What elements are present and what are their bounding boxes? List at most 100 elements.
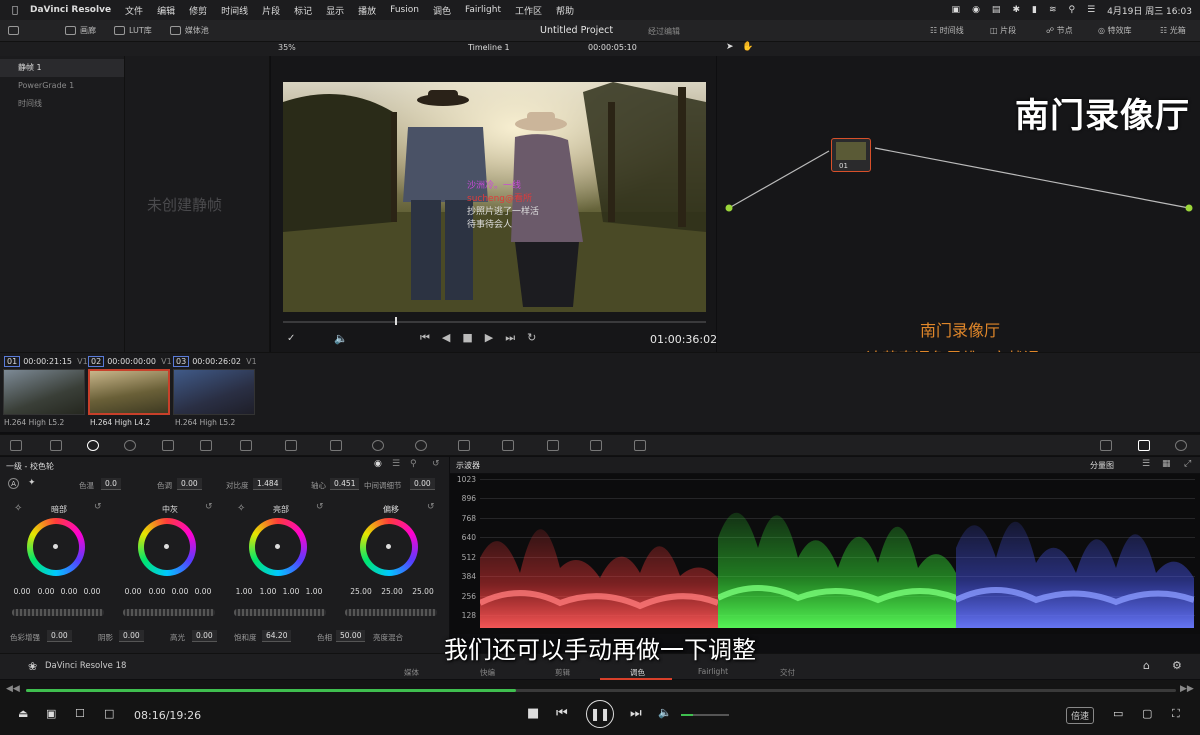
motion-effects-icon[interactable] bbox=[200, 440, 212, 451]
pivot-value[interactable]: 0.451 bbox=[330, 478, 360, 490]
pip-icon[interactable]: ▭ bbox=[1113, 707, 1123, 720]
node-01[interactable]: 01 bbox=[831, 138, 871, 172]
gamma-b[interactable]: 0.00 bbox=[193, 587, 213, 596]
offset-wheel[interactable] bbox=[360, 518, 418, 576]
menu-playback[interactable]: 播放 bbox=[358, 4, 376, 17]
hand-tool-icon[interactable]: ✋ bbox=[742, 42, 753, 52]
rgb-mixer-icon[interactable] bbox=[162, 440, 174, 451]
menu-timeline[interactable]: 时间线 bbox=[221, 4, 248, 17]
scopes-icon[interactable] bbox=[1138, 440, 1150, 451]
control-center-icon[interactable]: ☰ bbox=[1087, 5, 1095, 15]
clip-thumb-3[interactable] bbox=[173, 369, 255, 415]
bars-mode-icon[interactable]: ☰ bbox=[392, 459, 400, 469]
menu-clip[interactable]: 片段 bbox=[262, 4, 280, 17]
qualifier-icon[interactable] bbox=[330, 440, 342, 451]
lift-b[interactable]: 0.00 bbox=[82, 587, 102, 596]
color-wheels-icon[interactable] bbox=[87, 440, 99, 451]
bag-icon[interactable]: ▢ bbox=[1142, 707, 1152, 720]
lut-tab[interactable]: LUT库 bbox=[114, 25, 152, 36]
forward-icon[interactable]: ▶▶ bbox=[1180, 684, 1194, 694]
screen-icon[interactable]: ▣ bbox=[952, 5, 961, 15]
page-cut[interactable]: 快编 bbox=[480, 667, 495, 678]
volume-icon[interactable]: 🔈 bbox=[334, 332, 348, 345]
search-icon[interactable]: ⚲ bbox=[1068, 5, 1075, 15]
lift-reset-icon[interactable]: ↺ bbox=[94, 502, 102, 512]
curves-icon[interactable] bbox=[240, 440, 252, 451]
offset-g[interactable]: 25.00 bbox=[380, 587, 404, 596]
viewer-scrubber[interactable] bbox=[283, 316, 706, 328]
gamma-wheel-handle[interactable] bbox=[164, 544, 169, 549]
speed-button[interactable]: 倍速 bbox=[1066, 707, 1095, 724]
offset-master-slider[interactable] bbox=[345, 609, 437, 616]
gain-b[interactable]: 1.00 bbox=[304, 587, 324, 596]
3d-icon[interactable] bbox=[634, 440, 646, 451]
gamma-wheel[interactable] bbox=[138, 518, 196, 576]
lift-wheel[interactable] bbox=[27, 518, 85, 576]
go-to-start-icon[interactable]: ⏮ bbox=[420, 331, 430, 345]
hdr-wheels-icon[interactable] bbox=[124, 440, 136, 451]
eject-icon[interactable]: ⏏ bbox=[18, 707, 28, 720]
wifi-icon[interactable]: ≋ bbox=[1049, 5, 1057, 15]
sizing-icon[interactable] bbox=[590, 440, 602, 451]
gamma-r[interactable]: 0.00 bbox=[147, 587, 167, 596]
menu-file[interactable]: 文件 bbox=[125, 4, 143, 17]
player-volume-icon[interactable]: 🔈 bbox=[658, 706, 672, 719]
subtitle-toggle-icon[interactable]: ▣ bbox=[46, 707, 56, 720]
clips-tab[interactable]: ◫ 片段 bbox=[990, 25, 1016, 36]
pointer-tool-icon[interactable]: ➤ bbox=[726, 42, 734, 52]
scope-settings-icon[interactable]: ☰ bbox=[1142, 459, 1150, 469]
scope-mode-select[interactable]: 分量图 bbox=[1090, 460, 1114, 471]
eyedropper-icon[interactable]: ✓ bbox=[287, 333, 295, 344]
timeline-tab[interactable]: ☷ 时间线 bbox=[930, 25, 964, 36]
gamma-y[interactable]: 0.00 bbox=[123, 587, 143, 596]
gain-picker-icon[interactable]: ✧ bbox=[237, 503, 245, 514]
apple-icon[interactable]:  bbox=[12, 5, 18, 16]
log-mode-icon[interactable]: ⚲ bbox=[410, 459, 417, 469]
node-editor[interactable]: 01 南门录像厅 bbox=[717, 56, 1200, 352]
gallery-tab[interactable]: 画廊 bbox=[65, 25, 96, 36]
lift-r[interactable]: 0.00 bbox=[36, 587, 56, 596]
panel-toggle-icon[interactable] bbox=[8, 26, 19, 35]
clip-thumb-2[interactable] bbox=[88, 369, 170, 415]
gamma-reset-icon[interactable]: ↺ bbox=[205, 502, 213, 512]
album-stills[interactable]: 静帧 1 bbox=[0, 59, 124, 77]
tracker-icon[interactable] bbox=[415, 440, 427, 451]
lift-y[interactable]: 0.00 bbox=[12, 587, 32, 596]
offset-b[interactable]: 25.00 bbox=[411, 587, 435, 596]
middetail-value[interactable]: 0.00 bbox=[410, 478, 435, 490]
screenshot-icon[interactable]: □ bbox=[104, 707, 114, 720]
gain-wheel[interactable] bbox=[249, 518, 307, 576]
scope-expand-icon[interactable]: ⤢ bbox=[1184, 459, 1191, 469]
lift-wheel-handle[interactable] bbox=[53, 544, 58, 549]
menu-mark[interactable]: 标记 bbox=[294, 4, 312, 17]
menu-fairlight[interactable]: Fairlight bbox=[465, 5, 501, 15]
player-prev-icon[interactable]: ⏮ bbox=[556, 706, 568, 721]
video-frame[interactable]: 沙洲冷。一线 sucheng@看所 抄照片逃了一样活 待事待会人 bbox=[283, 82, 706, 312]
contrast-value[interactable]: 1.484 bbox=[253, 478, 283, 490]
gain-wheel-handle[interactable] bbox=[275, 544, 280, 549]
fullscreen-icon[interactable]: ⛶ bbox=[1172, 707, 1180, 721]
gain-master-slider[interactable] bbox=[234, 609, 326, 616]
media-pool-tab[interactable]: 媒体池 bbox=[169, 25, 209, 36]
offset-reset-icon[interactable]: ↺ bbox=[427, 502, 435, 512]
comment-icon[interactable]: ☐ bbox=[75, 707, 85, 720]
auto-balance-icon[interactable]: A bbox=[8, 478, 19, 489]
wheels-mode-icon[interactable]: ◉ bbox=[374, 459, 382, 469]
player-stop-icon[interactable]: ■ bbox=[527, 706, 539, 721]
play-reverse-icon[interactable]: ◀ bbox=[442, 331, 450, 345]
menu-help[interactable]: 帮助 bbox=[556, 4, 574, 17]
temp-value[interactable]: 0.0 bbox=[101, 478, 121, 490]
color-match-icon[interactable] bbox=[50, 440, 62, 451]
album-powergrade[interactable]: PowerGrade 1 bbox=[0, 77, 124, 95]
keyframes-icon[interactable] bbox=[1100, 440, 1112, 451]
go-to-end-icon[interactable]: ⏭ bbox=[505, 331, 515, 345]
clip-thumb-1[interactable] bbox=[3, 369, 85, 415]
battery-icon[interactable]: ▮ bbox=[1032, 5, 1037, 15]
lift-picker-icon[interactable]: ✧ bbox=[14, 503, 22, 514]
app-menu[interactable]: DaVinci Resolve bbox=[30, 5, 111, 15]
page-color[interactable]: 调色 bbox=[630, 667, 645, 678]
offset-wheel-handle[interactable] bbox=[386, 544, 391, 549]
menu-color[interactable]: 调色 bbox=[433, 4, 451, 17]
offset-r[interactable]: 25.00 bbox=[349, 587, 373, 596]
lightbox-tab[interactable]: ☷ 光箱 bbox=[1160, 25, 1186, 36]
